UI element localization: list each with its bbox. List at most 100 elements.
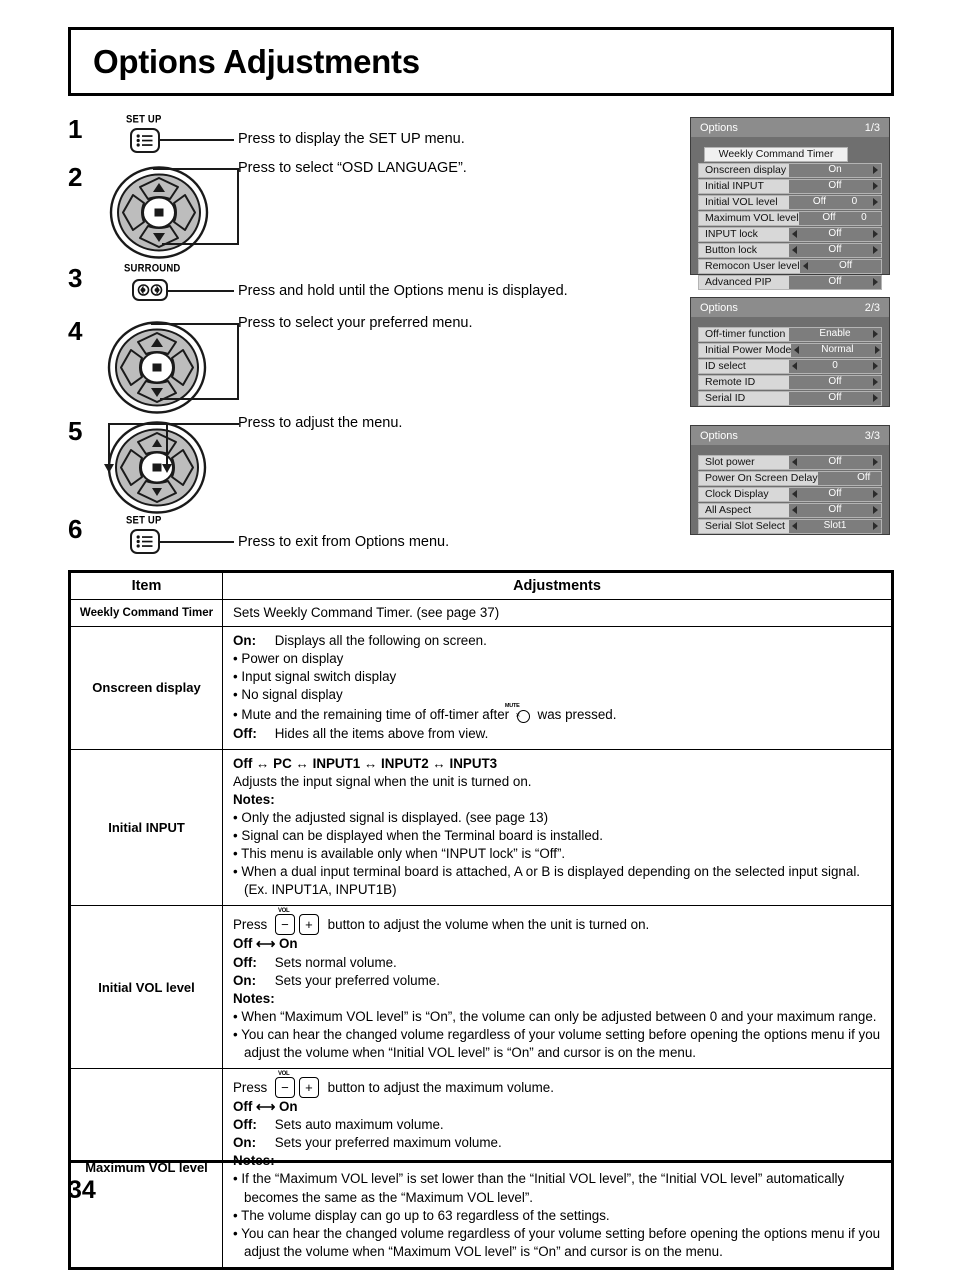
osd-row-value[interactable]: Slot1 [789,520,881,533]
chevron-left-icon[interactable] [792,230,797,239]
osd-row[interactable]: Clock Display Off [698,487,882,502]
osd-row[interactable]: Maximum VOL level Off 0 [698,211,882,226]
osd-row[interactable]: Advanced PIP Off [698,275,882,290]
chevron-left-icon[interactable] [792,522,797,531]
osd-row-value[interactable]: On [789,164,881,177]
step-text-2: Press to select “OSD LANGUAGE”. [238,160,467,176]
table-body: Weekly Command Timer Sets Weekly Command … [70,598,892,1268]
osd-row[interactable]: Slot power Off [698,455,882,470]
chevron-right-icon[interactable] [873,278,878,287]
surround-icon [137,284,163,296]
setup-button-2[interactable] [130,529,160,554]
dpad-updown-4[interactable] [104,320,210,415]
osd-row[interactable]: Serial ID Off [698,391,882,406]
osd-row[interactable]: All Aspect Off [698,503,882,518]
osd-header-1: Options 1/3 [691,118,889,137]
osd-row[interactable]: Weekly Command Timer [704,147,848,162]
leader-line-3 [168,290,234,292]
osd-row-value[interactable]: Off [789,392,881,405]
chevron-right-icon[interactable] [873,458,878,467]
chevron-right-icon[interactable] [873,182,878,191]
osd-row-value[interactable]: Off [789,276,881,289]
osd-row[interactable]: Remocon User level Off [698,259,882,274]
osd-row-value[interactable]: Off 0 [789,196,881,209]
volume-buttons-icon: VOL − + [274,1071,321,1099]
chevron-left-icon[interactable] [792,458,797,467]
chevron-right-icon[interactable] [873,490,878,499]
menu-list-icon [136,134,153,147]
volume-down-button: − [274,914,295,936]
osd-row-value[interactable]: Off [789,456,881,469]
osd-row-value[interactable]: Off [789,228,881,241]
osd-row[interactable]: ID select 0 [698,359,882,374]
osd-row[interactable]: Onscreen display On [698,163,882,178]
table-row: Onscreen display On: Displays all the fol… [70,626,892,750]
desc-keyvalue: On: Sets your preferred maximum volume. [233,1134,884,1152]
table-cell-item: Initial INPUT [70,748,223,907]
osd-row[interactable]: Remote ID Off [698,375,882,390]
chevron-right-icon[interactable] [873,378,878,387]
setup-button-1[interactable] [130,128,160,153]
osd-row[interactable]: Initial Power Mode Normal [698,343,882,358]
chevron-right-icon[interactable] [873,246,878,255]
chevron-left-icon[interactable] [792,246,797,255]
osd-row[interactable]: Off-timer function Enable [698,327,882,342]
dpad-updown-2[interactable] [106,165,212,260]
leader-line-5a [108,423,239,425]
table-cell-item: Onscreen display [70,626,223,750]
chevron-right-icon[interactable] [873,198,878,207]
chevron-left-icon[interactable] [792,362,797,371]
osd-value-text: Off [828,228,842,240]
chevron-right-icon[interactable] [873,362,878,371]
osd-row[interactable]: INPUT lock Off [698,227,882,242]
osd-row[interactable]: Initial INPUT Off [698,179,882,194]
desc-bullet: • When a dual input terminal board is at… [233,864,861,898]
osd-row[interactable]: Button lock Off [698,243,882,258]
desc-key: On: [233,972,257,988]
chevron-left-icon[interactable] [792,490,797,499]
adjustments-table: Item Adjustments Weekly Command Timer Set… [68,570,894,1270]
osd-row[interactable]: Initial VOL level Off 0 [698,195,882,210]
chevron-right-icon[interactable] [873,330,878,339]
osd-value-text: Off [838,260,853,272]
osd-row-value[interactable]: Off [789,488,881,501]
leader-line-2a [153,168,239,170]
osd-row-value[interactable]: Off [789,180,881,193]
chevron-right-icon[interactable] [873,230,878,239]
chevron-right-icon[interactable] [873,166,878,175]
step-number-2: 2 [68,162,83,192]
table-row: Maximum VOL level Press VOL − + button to a… [70,1068,892,1268]
volume-up-button: + [298,914,319,936]
dpad-leftright-5[interactable] [104,420,210,515]
chevron-left-icon[interactable] [792,506,797,515]
desc-volume-press: Press VOL − + button to adjust the maximum… [233,1071,884,1099]
desc-bullet-mute: • Mute and the remaining time of off-tim… [233,703,617,724]
desc-keyvalue: Off: Sets auto maximum volume. [233,1116,884,1134]
osd-row-value[interactable]: Off [789,376,881,389]
osd-rows-3: Slot power Off Power On Screen Delay Off Clo… [691,445,889,540]
osd-row[interactable]: Serial Slot Select Slot1 [698,519,882,534]
osd-row-value[interactable]: Normal [791,344,881,357]
osd-value-text: Off [857,472,871,484]
osd-row-value[interactable]: 0 [789,360,881,373]
osd-row-value[interactable]: Enable [789,328,881,341]
osd-value-text: Normal [821,344,854,356]
desc-bullet: • This menu is available only when “INPU… [233,846,566,862]
chevron-right-icon[interactable] [873,522,878,531]
osd-row-value[interactable]: Off [799,260,881,273]
table-cell-item: Maximum VOL level [70,1068,223,1268]
chevron-right-icon[interactable] [873,506,878,515]
surround-button[interactable] [132,279,168,301]
osd-row[interactable]: Power On Screen Delay Off [698,471,882,486]
step-number-4: 4 [68,316,83,346]
chevron-right-icon[interactable] [875,346,881,355]
chevron-left-icon[interactable] [802,262,808,271]
mute-glyph: ✕ [515,710,530,724]
osd-row-value[interactable]: Off [789,244,881,257]
chevron-right-icon[interactable] [873,394,878,403]
chevron-left-icon[interactable] [794,346,800,355]
osd-row-value[interactable]: Off 0 [798,212,881,225]
osd-row-value[interactable]: Off [817,472,881,485]
osd-row-value[interactable]: Off [789,504,881,517]
osd-title-1: Options [700,121,738,134]
